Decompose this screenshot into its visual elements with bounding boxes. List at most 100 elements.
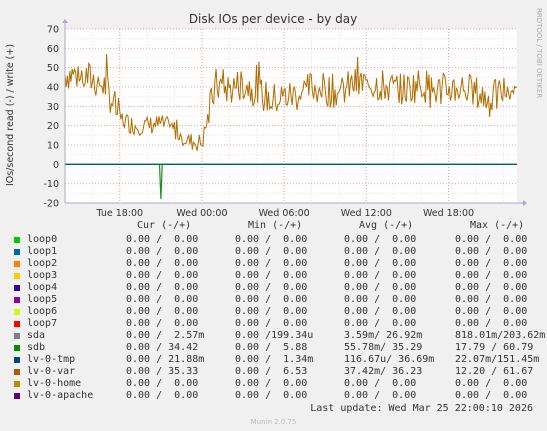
- x-tick-label: Wed 12:00: [341, 208, 392, 219]
- legend-row-lv-0-var: lv-0-var 0.00 / 35.33 0.00 / 6.53 37.42m/ 3…: [0, 366, 547, 378]
- legend-swatch: [14, 333, 20, 339]
- legend-swatch: [14, 237, 20, 243]
- legend-swatch: [14, 249, 20, 255]
- legend-max-value: 0.00 / 0.00: [455, 282, 528, 293]
- y-tick-label: 0: [53, 160, 59, 171]
- x-tick-label: Tue 18:00: [95, 208, 143, 219]
- legend-swatch: [14, 345, 20, 351]
- legend-cur-value: 0.00 / 0.00: [126, 282, 199, 293]
- legend-label: sdb: [27, 342, 46, 353]
- legend-avg-value: 0.00 / 0.00: [344, 306, 417, 317]
- legend-row-sda: sda 0.00 / 2.57m 0.00 /199.34u 3.59m/ 26.92…: [0, 330, 547, 342]
- legend-row-loop0: loop0 0.00 / 0.00 0.00 / 0.00 0.00 / 0.00 0.…: [0, 234, 547, 246]
- legend-row-lv-0-apache: lv-0-apache 0.00 / 0.00 0.00 / 0.00 0.00 / …: [0, 390, 547, 402]
- legend-min-value: 0.00 / 0.00: [235, 294, 308, 305]
- legend-min-value: 0.00 / 0.00: [235, 282, 308, 293]
- legend-max-value: 22.07m/151.45m: [455, 354, 540, 365]
- legend-header-max: Max (-/+): [470, 220, 525, 231]
- legend-cur-value: 0.00 / 0.00: [126, 390, 199, 401]
- legend-avg-value: 0.00 / 0.00: [344, 294, 417, 305]
- legend-row-loop3: loop3 0.00 / 0.00 0.00 / 0.00 0.00 / 0.00 0.…: [0, 270, 547, 282]
- legend-max-value: 0.00 / 0.00: [455, 306, 528, 317]
- legend-avg-value: 0.00 / 0.00: [344, 246, 417, 257]
- legend-avg-value: 0.00 / 0.00: [344, 378, 417, 389]
- grid: [64, 28, 517, 204]
- legend-min-value: 0.00 / 0.00: [235, 270, 308, 281]
- legend-cur-value: 0.00 / 0.00: [126, 378, 199, 389]
- y-tick-label: 70: [47, 25, 59, 36]
- x-tick-label: Wed 06:00: [259, 208, 310, 219]
- legend-max-value: 0.00 / 0.00: [455, 390, 528, 401]
- legend-min-value: 0.00 / 5.88: [235, 342, 308, 353]
- y-tick-label: 50: [47, 63, 59, 74]
- legend-label: lv-0-tmp: [27, 354, 76, 365]
- legend-swatch: [14, 381, 20, 387]
- legend-swatch: [14, 357, 20, 363]
- y-tick-label: 60: [47, 44, 59, 55]
- legend-min-value: 0.00 / 0.00: [235, 318, 308, 329]
- legend-max-value: 0.00 / 0.00: [455, 246, 528, 257]
- legend-avg-value: 0.00 / 0.00: [344, 234, 417, 245]
- legend-row-loop5: loop5 0.00 / 0.00 0.00 / 0.00 0.00 / 0.00 0.…: [0, 294, 547, 306]
- legend-min-value: 0.00 / 1.34m: [235, 354, 314, 365]
- x-axis-arrow: [523, 200, 527, 206]
- legend-cur-value: 0.00 / 34.42: [126, 342, 199, 353]
- legend-avg-value: 0.00 / 0.00: [344, 282, 417, 293]
- legend-min-value: 0.00 /199.34u: [235, 330, 314, 341]
- legend-cur-value: 0.00 / 0.00: [126, 306, 199, 317]
- legend-header-min: Min (-/+): [248, 220, 303, 231]
- legend-row-lv-0-tmp: lv-0-tmp 0.00 / 21.88m 0.00 / 1.34m 116.67u…: [0, 354, 547, 366]
- legend-cur-value: 0.00 / 0.00: [126, 270, 199, 281]
- legend-min-value: 0.00 / 0.00: [235, 390, 308, 401]
- legend-row-loop2: loop2 0.00 / 0.00 0.00 / 0.00 0.00 / 0.00 0.…: [0, 258, 547, 270]
- legend-max-value: 0.00 / 0.00: [455, 378, 528, 389]
- x-tick-label: Wed 00:00: [176, 208, 227, 219]
- legend-label: loop6: [27, 306, 58, 317]
- legend-swatch: [14, 321, 20, 327]
- legend-avg-value: 37.42m/ 36.23: [344, 366, 423, 377]
- legend-max-value: 0.00 / 0.00: [455, 270, 528, 281]
- y-tick-label: 10: [47, 141, 59, 152]
- legend-label: loop4: [27, 282, 58, 293]
- legend-cur-value: 0.00 / 0.00: [126, 234, 199, 245]
- legend-swatch: [14, 297, 20, 303]
- last-update: Last update: Wed Mar 25 22:00:10 2026: [310, 403, 533, 414]
- legend-label: loop3: [27, 270, 58, 281]
- y-tick-label: 40: [47, 83, 59, 94]
- legend-cur-value: 0.00 / 0.00: [126, 246, 199, 257]
- legend-avg-value: 116.67u/ 36.69m: [344, 354, 435, 365]
- rrdtool-watermark: RRDTOOL / TOBI OETIKER: [535, 8, 543, 98]
- y-tick-label: 30: [47, 102, 59, 113]
- legend-cur-value: 0.00 / 2.57m: [126, 330, 205, 341]
- legend-row-sdb: sdb 0.00 / 34.42 0.00 / 5.88 55.78m/ 35.29 1…: [0, 342, 547, 354]
- legend-max-value: 0.00 / 0.00: [455, 294, 528, 305]
- legend-min-value: 0.00 / 0.00: [235, 378, 308, 389]
- legend-row-loop6: loop6 0.00 / 0.00 0.00 / 0.00 0.00 / 0.00 0.…: [0, 306, 547, 318]
- legend-row-lv-0-home: lv-0-home 0.00 / 0.00 0.00 / 0.00 0.00 / 0.…: [0, 378, 547, 390]
- legend-label: loop7: [27, 318, 58, 329]
- legend-max-value: 0.00 / 0.00: [455, 318, 528, 329]
- legend-min-value: 0.00 / 0.00: [235, 306, 308, 317]
- legend-avg-value: 0.00 / 0.00: [344, 390, 417, 401]
- legend-header-cur: Cur (-/+): [137, 220, 192, 231]
- legend-label: sda: [27, 330, 46, 341]
- legend-max-value: 818.01m/203.62m: [455, 330, 546, 341]
- y-tick-label: 20: [47, 121, 59, 132]
- legend-avg-value: 55.78m/ 35.29: [344, 342, 423, 353]
- legend-max-value: 17.79 / 60.79: [455, 342, 534, 353]
- legend-swatch: [14, 261, 20, 267]
- legend-max-value: 0.00 / 0.00: [455, 234, 528, 245]
- legend-label: loop5: [27, 294, 58, 305]
- legend-label: loop0: [27, 234, 58, 245]
- legend-cur-value: 0.00 / 35.33: [126, 366, 199, 377]
- legend-avg-value: 0.00 / 0.00: [344, 270, 417, 281]
- chart-canvas: -20 -10 0 10 20 30 40 50 60 70 Tue 18:00 Wed 00:00 W…: [5, 8, 543, 219]
- legend-min-value: 0.00 / 0.00: [235, 246, 308, 257]
- legend-max-value: 0.00 / 0.00: [455, 258, 528, 269]
- legend-avg-value: 0.00 / 0.00: [344, 318, 417, 329]
- legend-swatch: [14, 285, 20, 291]
- legend-cur-value: 0.00 / 0.00: [126, 294, 199, 305]
- legend-label: lv-0-home: [27, 378, 82, 389]
- legend-header-avg: Avg (-/+): [359, 220, 414, 231]
- legend-swatch: [14, 309, 20, 315]
